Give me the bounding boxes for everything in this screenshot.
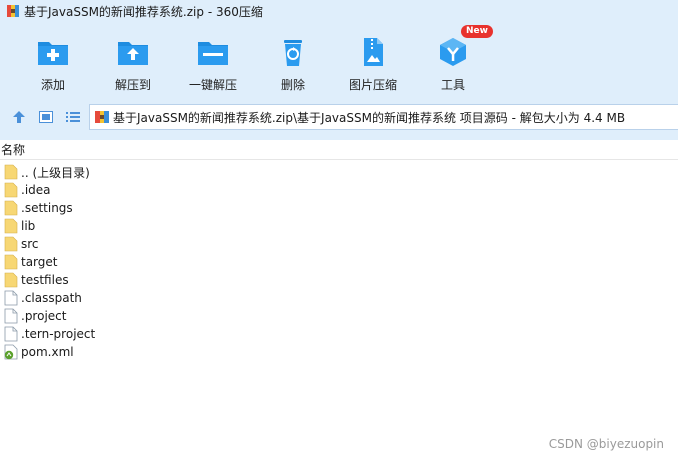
main-toolbar: 添加 解压到 一键解压 删除 图片压缩 工具 New (0, 22, 678, 94)
one-click-extract-button[interactable]: 一键解压 (178, 22, 248, 93)
folder-icon (4, 218, 18, 234)
folder-icon (4, 272, 18, 288)
list-item-label: .classpath (21, 291, 82, 305)
delete-label: 删除 (280, 78, 305, 92)
list-item-parent-directory[interactable]: .. (上级目录) (0, 163, 678, 181)
list-column-header: 名称 (0, 140, 678, 160)
list-item-folder[interactable]: testfiles (0, 271, 678, 289)
list-item-label: testfiles (21, 273, 69, 287)
archive-app-icon (7, 5, 19, 17)
extract-to-label: 解压到 (114, 78, 151, 92)
app-window: 基于JavaSSM的新闻推荐系统.zip - 360压缩 添加 解压到 一键解压… (0, 0, 678, 461)
tools-button[interactable]: 工具 New (418, 22, 493, 93)
arrow-up-icon (13, 111, 25, 123)
list-item-label: .idea (21, 183, 51, 197)
address-path: 基于JavaSSM的新闻推荐系统.zip\基于JavaSSM的新闻推荐系统 项目… (113, 110, 626, 125)
list-view-button[interactable] (62, 106, 84, 128)
file-list: .. (上级目录) .idea .settings lib src target… (0, 163, 678, 361)
list-item-folder[interactable]: src (0, 235, 678, 253)
folder-icon (4, 164, 18, 180)
address-bar[interactable]: 基于JavaSSM的新闻推荐系统.zip\基于JavaSSM的新闻推荐系统 项目… (89, 104, 678, 130)
xml-file-icon (4, 344, 18, 360)
file-icon (4, 290, 18, 306)
window-title: 基于JavaSSM的新闻推荐系统.zip - 360压缩 (24, 4, 263, 19)
list-item-folder[interactable]: target (0, 253, 678, 271)
image-zip-icon (364, 38, 383, 66)
add-button[interactable]: 添加 (18, 22, 88, 93)
up-level-button[interactable] (8, 106, 30, 128)
list-item-label: .settings (21, 201, 73, 215)
list-item-file[interactable]: .classpath (0, 289, 678, 307)
list-view-icon (66, 112, 80, 122)
tools-cube-icon (440, 38, 466, 66)
list-item-folder[interactable]: .settings (0, 199, 678, 217)
list-item-label: target (21, 255, 58, 269)
column-name-header[interactable]: 名称 (1, 141, 25, 158)
title-bar: 基于JavaSSM的新闻推荐系统.zip - 360压缩 (0, 0, 678, 22)
add-label: 添加 (40, 78, 65, 92)
folder-icon (4, 254, 18, 270)
list-item-label: lib (21, 219, 36, 233)
thumbnail-view-button[interactable] (35, 106, 57, 128)
folder-icon (4, 236, 18, 252)
delete-button[interactable]: 删除 (258, 22, 328, 93)
extract-folder-icon (118, 42, 148, 65)
recycle-bin-icon (284, 40, 302, 66)
extract-to-button[interactable]: 解压到 (98, 22, 168, 93)
add-folder-icon (38, 42, 68, 65)
one-click-extract-label: 一键解压 (188, 78, 237, 92)
new-badge: New (461, 25, 493, 38)
list-item-label: .project (21, 309, 67, 323)
file-icon (4, 308, 18, 324)
list-item-folder[interactable]: .idea (0, 181, 678, 199)
thumbnail-view-icon (39, 111, 53, 123)
list-item-folder[interactable]: lib (0, 217, 678, 235)
list-item-file[interactable]: .project (0, 307, 678, 325)
list-item-file[interactable]: .tern-project (0, 325, 678, 343)
navigation-bar: 基于JavaSSM的新闻推荐系统.zip\基于JavaSSM的新闻推荐系统 项目… (0, 94, 678, 140)
list-item-label: .tern-project (21, 327, 96, 341)
list-item-label: .. (上级目录) (21, 165, 90, 180)
folder-icon (4, 200, 18, 216)
one-click-extract-icon (198, 42, 228, 65)
list-item-label: pom.xml (21, 345, 74, 359)
list-item-label: src (21, 237, 39, 251)
folder-icon (4, 182, 18, 198)
zip-archive-icon (95, 111, 109, 123)
list-item-file[interactable]: pom.xml (0, 343, 678, 361)
watermark-text: CSDN @biyezuopin (548, 437, 664, 451)
file-icon (4, 326, 18, 342)
image-compress-label: 图片压缩 (348, 78, 397, 92)
tools-label: 工具 (440, 78, 465, 92)
image-compress-button[interactable]: 图片压缩 (338, 22, 408, 93)
